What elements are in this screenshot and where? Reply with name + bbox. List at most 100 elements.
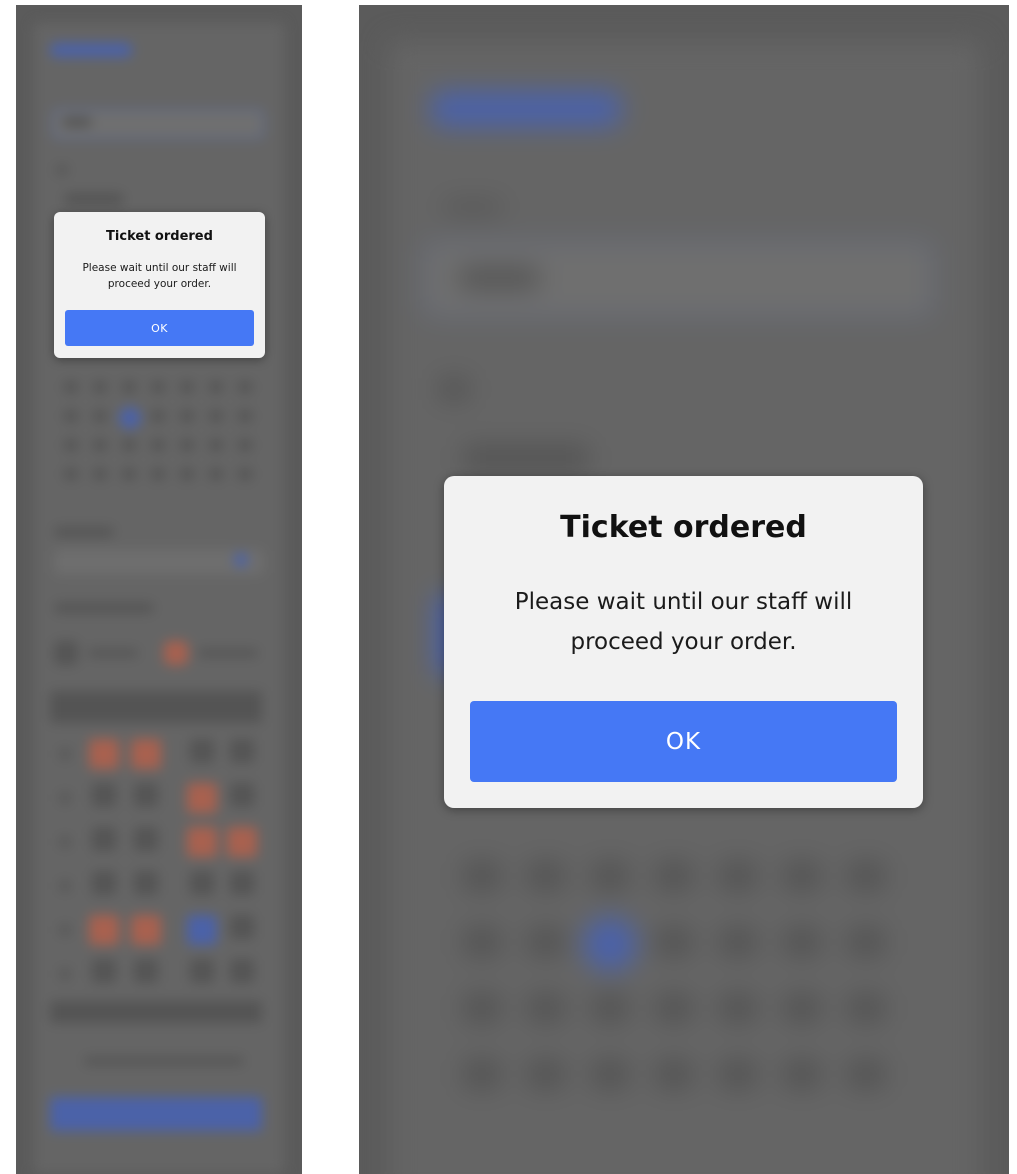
blurred-shape — [134, 827, 158, 851]
blurred-shape — [227, 827, 257, 857]
blurred-shape — [151, 439, 165, 451]
blurred-shape — [180, 468, 194, 480]
ok-button[interactable]: OK — [470, 701, 897, 782]
dialog-message: Please wait until our staff will proceed… — [514, 589, 853, 655]
dialog-title: Ticket ordered — [560, 510, 807, 545]
blurred-shape — [655, 861, 693, 891]
blurred-shape — [719, 861, 757, 891]
blurred-shape — [230, 959, 254, 983]
blurred-shape — [527, 861, 565, 891]
blurred-shape — [591, 993, 629, 1023]
blurred-shape — [190, 959, 214, 983]
blurred-shape — [847, 1059, 885, 1089]
blurred-shape — [180, 381, 194, 393]
blurred-shape — [187, 915, 217, 945]
blurred-shape — [119, 407, 141, 429]
blurred-shape — [122, 468, 136, 480]
blurred-shape — [187, 783, 217, 813]
phone-screen-zoomed: Ticket ordered Please wait until our sta… — [359, 5, 1009, 1174]
blurred-shape — [131, 739, 161, 769]
blurred-shape — [190, 871, 214, 895]
blurred-shape — [64, 439, 78, 451]
blurred-shape — [591, 861, 629, 891]
blurred-shape — [230, 915, 254, 939]
blurred-shape — [583, 917, 637, 971]
blurred-shape — [719, 1059, 757, 1089]
ticket-ordered-dialog-zoomed: Ticket ordered Please wait until our sta… — [444, 476, 923, 808]
blurred-shape — [847, 993, 885, 1023]
blurred-screen-bar — [50, 691, 262, 723]
blurred-shape — [92, 871, 116, 895]
blurred-shape — [180, 410, 194, 422]
blurred-shape — [238, 410, 252, 422]
blurred-shape — [134, 959, 158, 983]
blurred-shape — [187, 827, 217, 857]
blurred-shape — [134, 871, 158, 895]
blurred-shape — [122, 381, 136, 393]
blurred-submit-button — [50, 1097, 262, 1131]
blurred-shape — [93, 439, 107, 451]
blurred-shape — [463, 861, 501, 891]
blurred-shape — [230, 871, 254, 895]
blurred-shape — [64, 381, 78, 393]
blurred-shape — [180, 439, 194, 451]
blurred-shape — [463, 927, 501, 957]
blurred-background-form — [16, 5, 302, 1174]
blurred-shape — [783, 861, 821, 891]
blurred-shape — [190, 739, 214, 763]
blurred-shape — [847, 927, 885, 957]
blurred-shape — [655, 927, 693, 957]
ok-button[interactable]: OK — [65, 310, 254, 346]
blurred-shape — [60, 793, 70, 803]
blurred-shape — [527, 1059, 565, 1089]
blurred-shape — [238, 439, 252, 451]
blurred-shape — [151, 410, 165, 422]
blurred-shape — [655, 1059, 693, 1089]
blurred-shape — [131, 915, 161, 945]
blurred-shape — [209, 381, 223, 393]
dialog-message: Please wait until our staff will proceed… — [82, 262, 237, 290]
blurred-shape — [92, 959, 116, 983]
blurred-shape — [783, 927, 821, 957]
phone-screen-small: Ticket ordered Please wait until our sta… — [16, 5, 302, 1174]
blurred-shape — [93, 381, 107, 393]
blurred-shape — [134, 783, 158, 807]
blurred-shape — [719, 927, 757, 957]
dialog-title: Ticket ordered — [106, 229, 213, 244]
blurred-shape — [527, 927, 565, 957]
blurred-shape — [463, 1059, 501, 1089]
blurred-shape — [719, 993, 757, 1023]
blurred-shape — [230, 739, 254, 763]
blurred-shape — [783, 993, 821, 1023]
blurred-shape — [783, 1059, 821, 1089]
blurred-shape — [93, 410, 107, 422]
blurred-shape — [60, 969, 70, 979]
blurred-shape — [209, 410, 223, 422]
blurred-shape — [92, 827, 116, 851]
blurred-shape — [151, 468, 165, 480]
blurred-header — [50, 43, 132, 57]
blurred-shape — [60, 881, 70, 891]
blurred-shape — [238, 468, 252, 480]
blurred-shape — [64, 468, 78, 480]
blurred-shape — [151, 381, 165, 393]
blurred-shape — [847, 861, 885, 891]
blurred-shape — [238, 381, 252, 393]
blurred-shape — [209, 439, 223, 451]
blurred-shape — [655, 993, 693, 1023]
blurred-shape — [122, 439, 136, 451]
blurred-shape — [89, 915, 119, 945]
blurred-shape — [92, 783, 116, 807]
ticket-ordered-dialog: Ticket ordered Please wait until our sta… — [54, 212, 265, 358]
blurred-header — [431, 91, 621, 127]
blurred-shape — [230, 783, 254, 807]
blurred-shape — [591, 1059, 629, 1089]
blurred-shape — [527, 993, 565, 1023]
blurred-shape — [463, 993, 501, 1023]
blurred-shape — [60, 925, 70, 935]
blurred-shape — [93, 468, 107, 480]
blurred-shape — [64, 410, 78, 422]
blurred-shape — [60, 749, 70, 759]
blurred-shape — [60, 837, 70, 847]
blurred-shape — [209, 468, 223, 480]
